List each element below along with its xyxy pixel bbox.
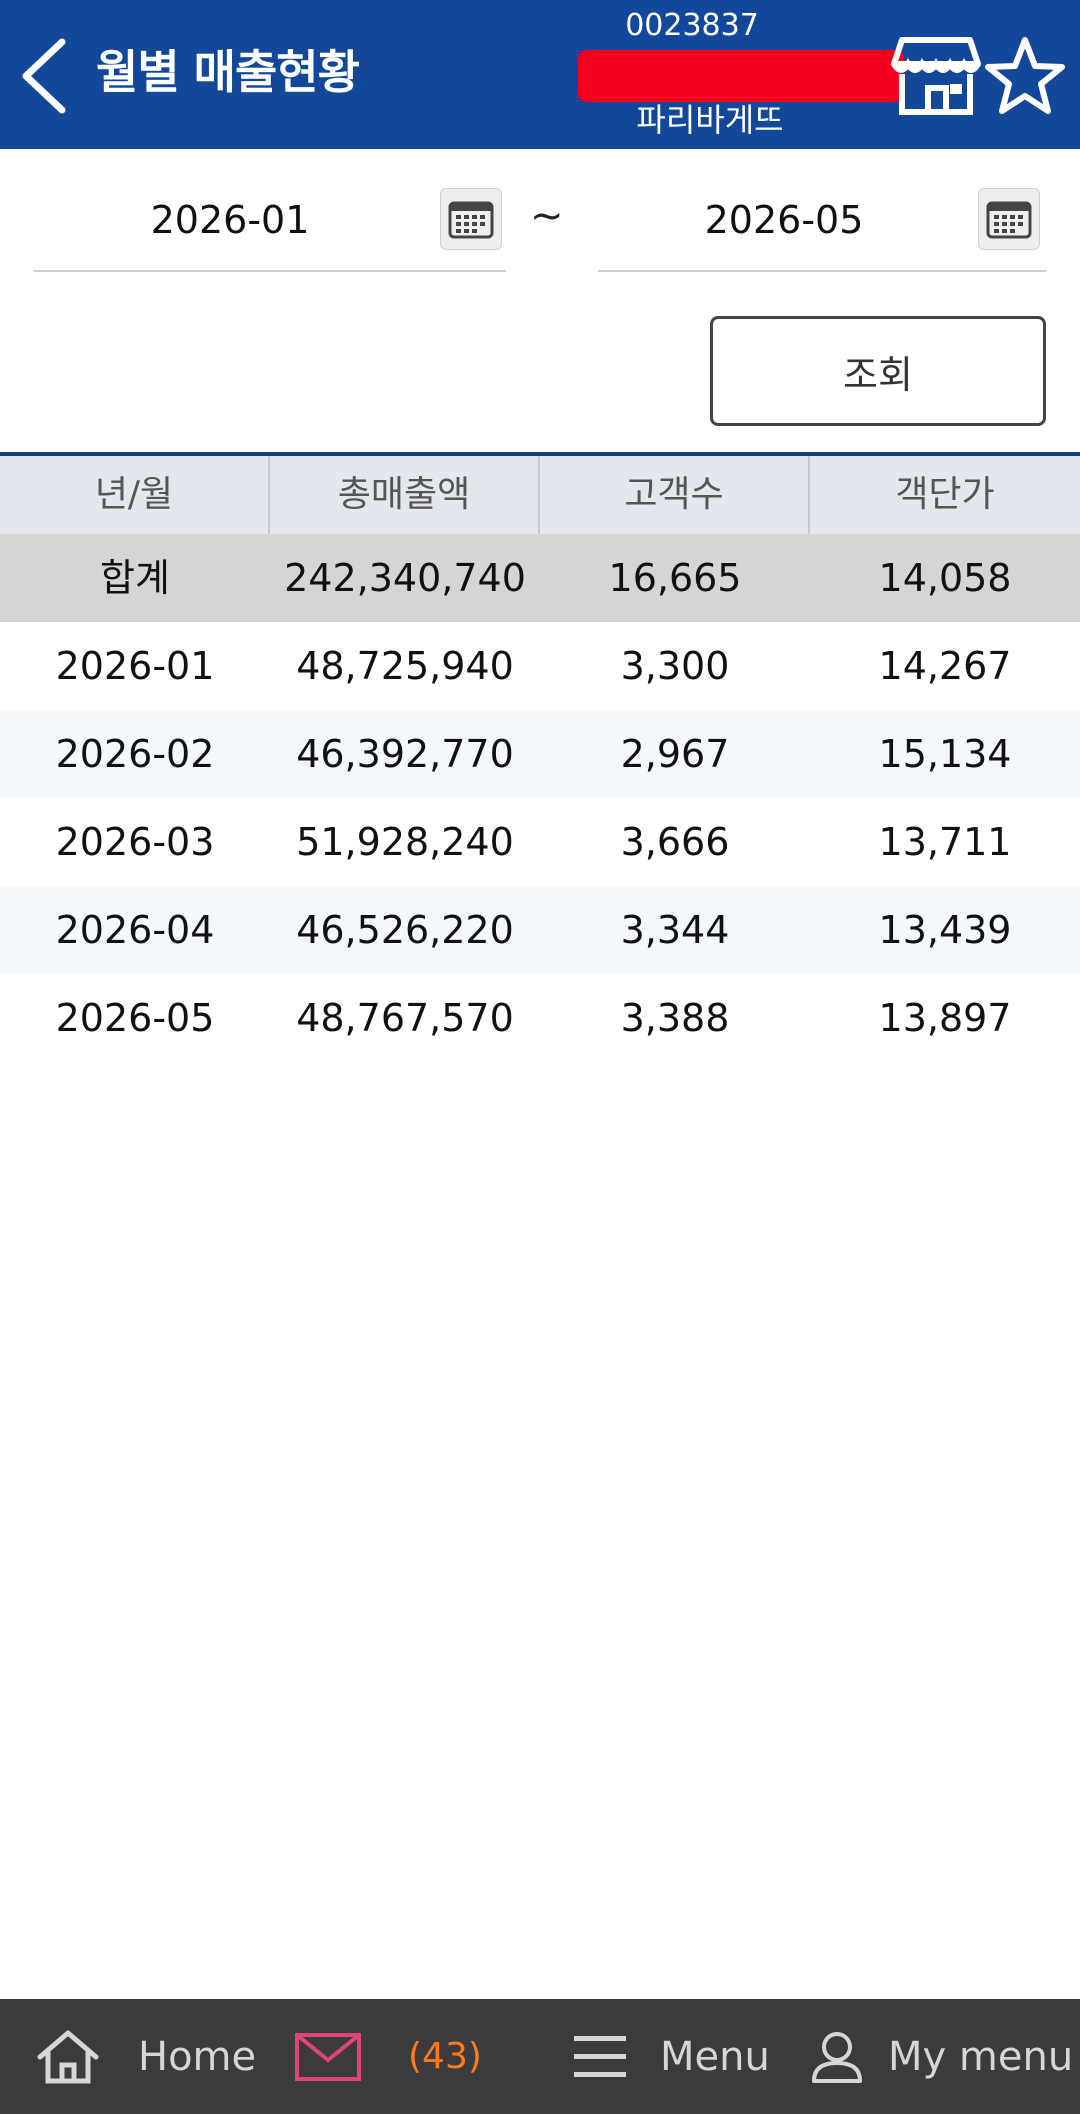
table-cell: 3,666 — [620, 820, 730, 864]
table-cell: 3,388 — [620, 996, 730, 1040]
date-from-value: 2026-01 — [150, 198, 310, 242]
table-header-row: 년/월 총매출액 고객수 객단가 — [0, 456, 1080, 534]
monthly-sales-table: 년/월 총매출액 고객수 객단가 합계 242,340,740 16,665 1… — [0, 452, 1080, 1062]
nav-menu-label: Menu — [660, 2033, 770, 2080]
calendar-icon — [448, 201, 494, 239]
page-title: 월별 매출현황 — [96, 45, 360, 99]
back-button[interactable] — [18, 36, 78, 116]
table-cell: 46,392,770 — [296, 732, 514, 776]
star-icon — [985, 37, 1065, 114]
table-cell: 48,767,570 — [296, 996, 514, 1040]
column-header[interactable]: 총매출액 — [270, 456, 540, 534]
table-row[interactable]: 2026-01 48,725,940 3,300 14,267 — [0, 622, 1080, 710]
mail-icon — [295, 2032, 361, 2081]
date-to-value: 2026-05 — [704, 198, 864, 242]
nav-my-menu[interactable]: My menu — [810, 1999, 1073, 2114]
table-cell: 51,928,240 — [296, 820, 514, 864]
home-icon — [37, 2030, 99, 2083]
table-cell: 2026-05 — [55, 996, 215, 1040]
table-cell: 48,725,940 — [296, 644, 514, 688]
column-header[interactable]: 년/월 — [0, 456, 270, 534]
summary-row: 합계 242,340,740 16,665 14,058 — [0, 534, 1080, 622]
table-row[interactable]: 2026-04 46,526,220 3,344 13,439 — [0, 886, 1080, 974]
table-row[interactable]: 2026-02 46,392,770 2,967 15,134 — [0, 710, 1080, 798]
date-to-calendar-button[interactable] — [978, 188, 1040, 250]
table-cell: 15,134 — [878, 732, 1012, 776]
search-button[interactable]: 조회 — [710, 316, 1046, 426]
table-row[interactable]: 2026-03 51,928,240 3,666 13,711 — [0, 798, 1080, 886]
nav-messages[interactable]: (43) — [294, 1999, 482, 2114]
table-cell: 2,967 — [620, 732, 730, 776]
nav-my-menu-label: My menu — [888, 2033, 1074, 2080]
hamburger-menu-icon — [574, 2035, 626, 2077]
column-header[interactable]: 객단가 — [810, 456, 1080, 534]
brand-name: 파리바게뜨 — [636, 101, 784, 139]
table-cell: 13,711 — [878, 820, 1012, 864]
calendar-icon — [986, 201, 1032, 239]
column-header[interactable]: 고객수 — [540, 456, 810, 534]
nav-home[interactable]: Home — [34, 1999, 256, 2114]
table-cell: 2026-02 — [55, 732, 215, 776]
store-icon — [891, 37, 981, 115]
chevron-left-icon — [22, 38, 66, 114]
table-cell: 2026-04 — [55, 908, 215, 952]
table-cell: 2026-03 — [55, 820, 215, 864]
favorite-button[interactable] — [982, 34, 1068, 118]
summary-cell: 합계 — [100, 556, 170, 600]
message-count-badge: (43) — [408, 2036, 482, 2077]
app-header: 월별 매출현황 0023837 파리바게뜨 — [0, 0, 1080, 149]
table-cell: 3,344 — [620, 908, 730, 952]
date-from-field[interactable]: 2026-01 — [34, 180, 506, 272]
store-select-button[interactable] — [888, 34, 984, 118]
date-range-separator: ~ — [530, 193, 564, 239]
summary-cell: 16,665 — [608, 556, 742, 600]
redacted-store-name — [578, 50, 904, 102]
user-icon — [812, 2031, 862, 2083]
nav-menu[interactable]: Menu — [574, 1999, 770, 2114]
table-cell: 13,439 — [878, 908, 1012, 952]
date-from-calendar-button[interactable] — [440, 188, 502, 250]
table-cell: 14,267 — [878, 644, 1012, 688]
table-cell: 2026-01 — [55, 644, 215, 688]
summary-cell: 242,340,740 — [284, 556, 526, 600]
summary-cell: 14,058 — [878, 556, 1012, 600]
table-row[interactable]: 2026-05 48,767,570 3,388 13,897 — [0, 974, 1080, 1062]
bottom-nav: Home (43) Menu My menu — [0, 1999, 1080, 2114]
table-cell: 3,300 — [620, 644, 730, 688]
table-cell: 46,526,220 — [296, 908, 514, 952]
date-to-field[interactable]: 2026-05 — [598, 180, 1046, 272]
nav-home-label: Home — [138, 2033, 257, 2080]
store-code: 0023837 — [625, 8, 759, 43]
table-cell: 13,897 — [878, 996, 1012, 1040]
